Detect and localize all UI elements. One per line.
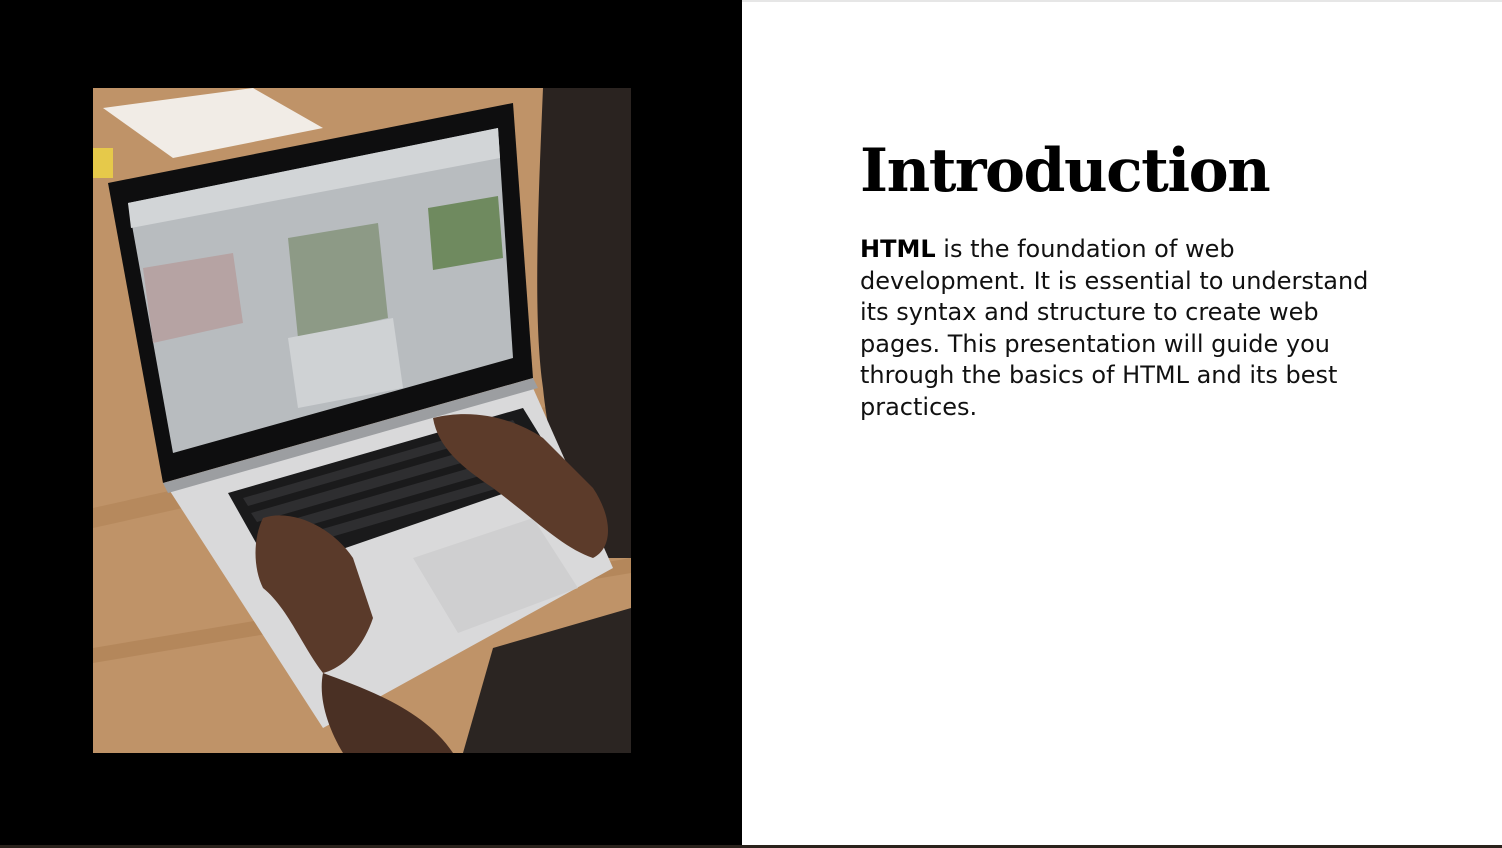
body-strong-term: HTML (860, 235, 936, 263)
laptop-illustration (93, 88, 631, 753)
slide-title: Introduction (860, 136, 1271, 206)
top-divider (742, 0, 1502, 2)
slide-body-text: HTML is the foundation of web developmen… (860, 234, 1380, 424)
laptop-photo (93, 88, 631, 753)
left-dark-panel (0, 0, 742, 846)
body-paragraph: is the foundation of web development. It… (860, 235, 1369, 421)
slide: Introduction HTML is the foundation of w… (0, 0, 1502, 848)
